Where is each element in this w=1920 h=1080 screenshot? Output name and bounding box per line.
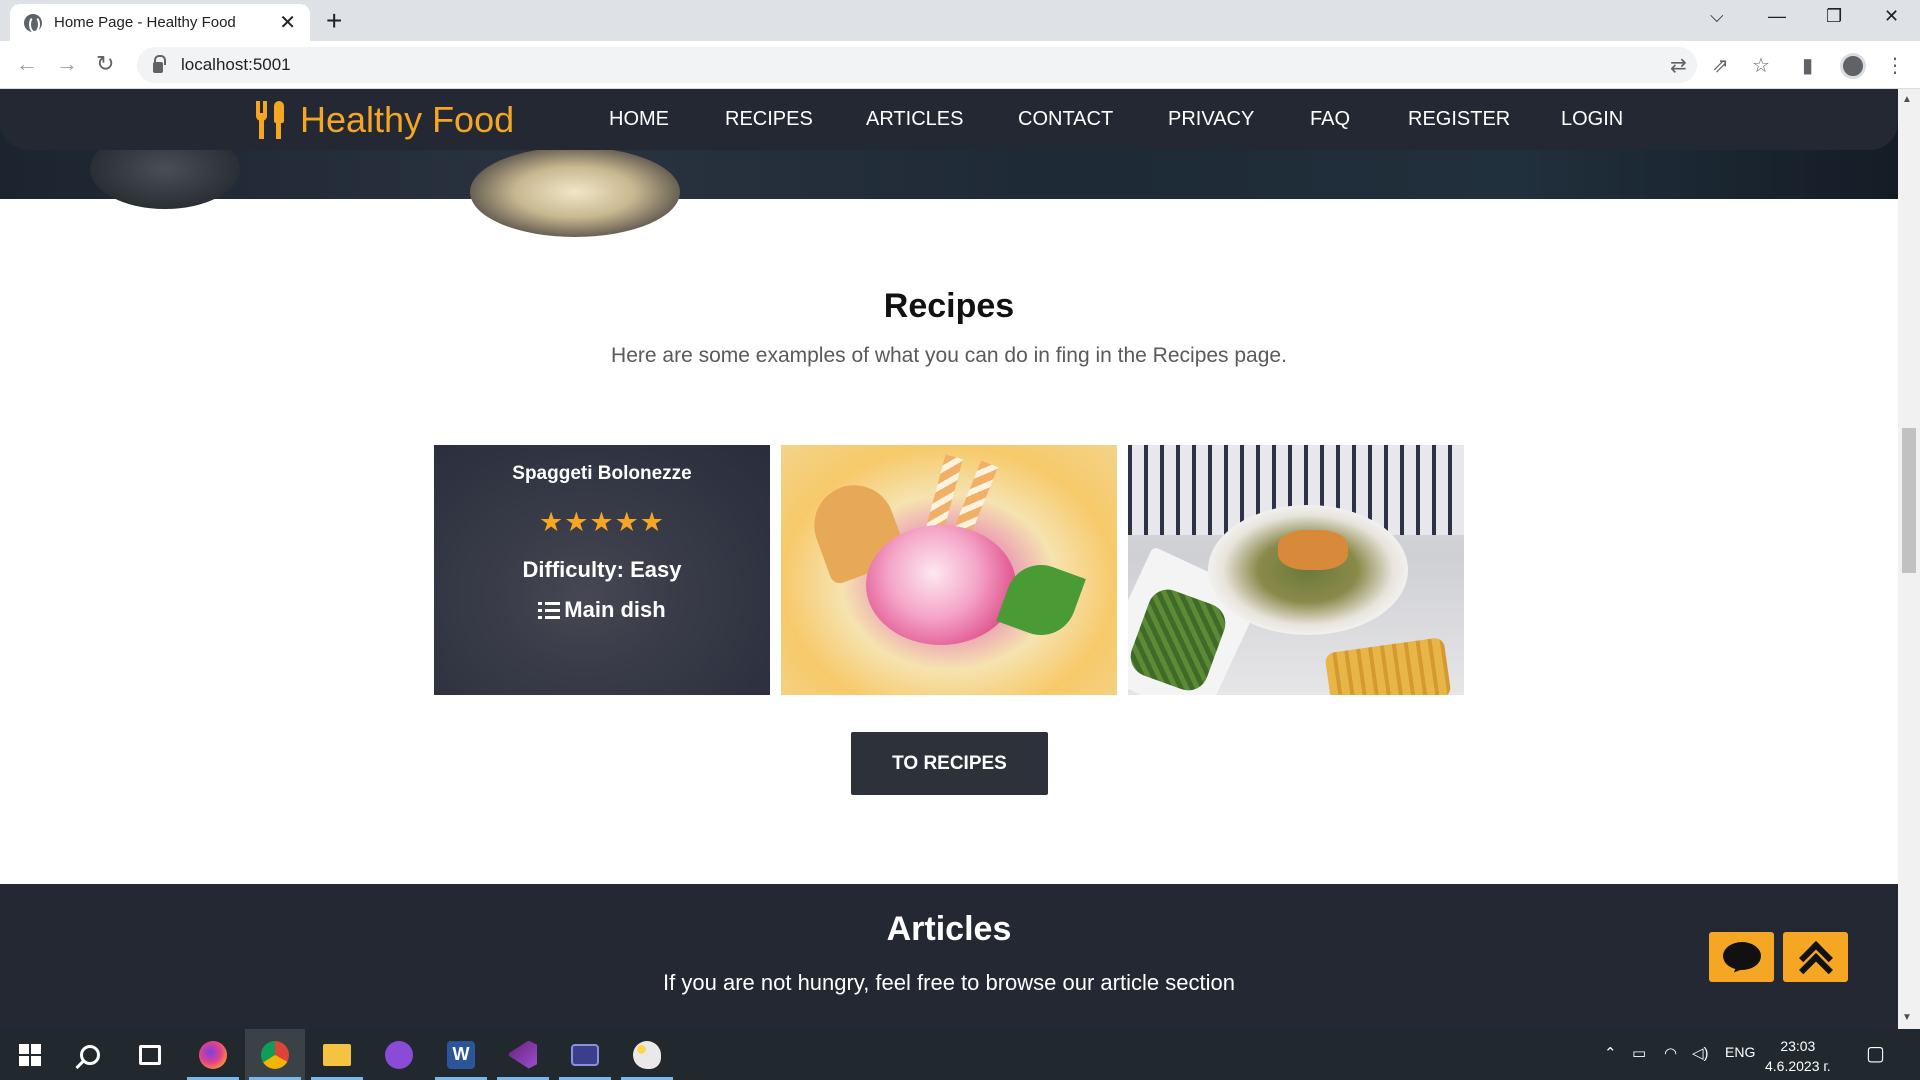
page-viewport: Healthy Food HOME RECIPES ARTICLES CONTA… (0, 89, 1898, 1029)
nav-recipes[interactable]: RECIPES (725, 108, 813, 131)
clock-date: 4.6.2023 г. (1765, 1058, 1831, 1074)
taskbar-firefox[interactable] (183, 1029, 243, 1080)
github-icon (385, 1040, 413, 1069)
wifi-icon[interactable]: ◠ (1664, 1044, 1677, 1062)
browser-toolbar: ← → ↻ localhost:5001 ⇄ ⇗ ☆ ▮ ⋮ (0, 41, 1920, 89)
hero-plate-decoration (470, 147, 680, 237)
scroll-up-arrow-icon[interactable]: ▲ (1902, 94, 1912, 105)
chrome-icon (261, 1040, 289, 1069)
scroll-to-top-button[interactable] (1783, 932, 1848, 987)
lock-icon[interactable] (153, 54, 166, 73)
site-navbar: Healthy Food HOME RECIPES ARTICLES CONTA… (0, 89, 1898, 150)
new-tab-button[interactable]: + (326, 6, 342, 36)
close-window-icon[interactable]: ✕ (1884, 6, 1899, 27)
taskbar-chrome[interactable] (245, 1029, 305, 1080)
firefox-icon (199, 1040, 227, 1069)
star-rating: ★★★★★ (538, 507, 666, 537)
recipe-card-ice-cream-image[interactable] (781, 445, 1117, 695)
scroll-down-arrow-icon[interactable]: ▼ (1902, 1012, 1912, 1023)
task-view-button[interactable] (120, 1029, 180, 1080)
cutlery-icon (254, 101, 288, 139)
paint-palette-icon (633, 1040, 661, 1069)
taskbar-word[interactable]: W (431, 1029, 491, 1080)
salmon-decoration (1278, 530, 1348, 570)
volume-icon[interactable]: ◁) (1692, 1044, 1709, 1062)
nav-contact[interactable]: CONTACT (1018, 108, 1113, 131)
recipe-card-title: Spaggeti Bolonezze (512, 463, 692, 484)
recipe-card-spaghetti[interactable]: Spaggeti Bolonezze ★★★★★ Difficulty: Eas… (434, 445, 770, 695)
browser-tabbar: Home Page - Healthy Food ✕ + ⌵ — ❐ ✕ (0, 0, 1920, 41)
recipe-category-text: Main dish (564, 597, 666, 622)
close-tab-icon[interactable]: ✕ (279, 13, 296, 33)
notifications-icon[interactable]: ▢ (1866, 1041, 1885, 1066)
articles-subtitle: If you are not hungry, feel free to brow… (663, 970, 1235, 995)
battery-icon[interactable]: ▭ (1632, 1044, 1646, 1062)
clock-time: 23:03 (1780, 1038, 1816, 1054)
profile-avatar-icon[interactable] (1840, 53, 1866, 79)
logo-text: Healthy Food (300, 99, 515, 140)
taskbar-file-explorer[interactable] (307, 1029, 367, 1080)
nav-register[interactable]: REGISTER (1408, 108, 1510, 131)
language-indicator[interactable]: ENG (1725, 1044, 1755, 1060)
address-bar[interactable]: localhost:5001 (137, 47, 1697, 83)
back-icon[interactable]: ← (16, 51, 38, 77)
nav-faq[interactable]: FAQ (1310, 108, 1350, 131)
share-icon[interactable]: ⇗ (1712, 53, 1729, 78)
url-text[interactable]: localhost:5001 (181, 55, 291, 75)
show-hidden-icons-icon[interactable]: ⌃ (1604, 1044, 1617, 1062)
nav-home[interactable]: HOME (609, 108, 669, 131)
nav-privacy[interactable]: PRIVACY (1168, 108, 1254, 131)
forward-icon[interactable]: → (56, 51, 78, 77)
system-clock[interactable]: 23:03 4.6.2023 г. (1765, 1036, 1831, 1076)
tab-search-icon[interactable]: ⌵ (1710, 6, 1724, 27)
menu-kebab-icon[interactable]: ⋮ (1885, 53, 1905, 78)
to-recipes-button[interactable]: TO RECIPES (851, 732, 1048, 795)
recipe-category: Main dish (434, 597, 770, 623)
nav-articles[interactable]: ARTICLES (866, 108, 963, 131)
tab-title: Home Page - Healthy Food (54, 14, 236, 31)
word-icon: W (447, 1040, 475, 1069)
restore-icon[interactable]: ❐ (1826, 6, 1842, 27)
taskbar-terminal[interactable] (555, 1029, 615, 1080)
globe-icon (24, 13, 42, 33)
taskbar-search-button[interactable] (60, 1029, 120, 1080)
taskbar-github-desktop[interactable] (369, 1029, 429, 1080)
bookmark-star-icon[interactable]: ☆ (1752, 53, 1770, 78)
visual-studio-icon (509, 1040, 537, 1069)
list-icon (538, 601, 561, 619)
reload-icon[interactable]: ↻ (96, 51, 114, 77)
recipe-difficulty: Difficulty: Easy (522, 557, 682, 582)
ice-cream-scoop-decoration (866, 525, 1016, 645)
site-logo[interactable]: Healthy Food (254, 99, 514, 141)
search-icon (80, 1044, 100, 1065)
salmon-bowl-decoration (1208, 505, 1408, 635)
articles-heading: Articles (886, 910, 1012, 948)
folder-icon (323, 1043, 351, 1066)
recipes-heading: Recipes (883, 287, 1015, 325)
scrollbar-thumb[interactable] (1902, 428, 1916, 573)
taskbar-visual-studio[interactable] (493, 1029, 553, 1080)
translate-icon[interactable]: ⇄ (1670, 53, 1687, 78)
chat-button[interactable] (1709, 932, 1774, 982)
corn-decoration (1324, 636, 1452, 695)
side-panel-icon[interactable]: ▮ (1802, 53, 1813, 78)
os-taskbar: W ⌃ ▭ ◠ ◁) ENG 23:03 4.6.2023 г. ▢ (0, 1029, 1920, 1080)
nav-login[interactable]: LOGIN (1561, 108, 1623, 131)
articles-section: Articles If you are not hungry, feel fre… (0, 884, 1898, 1029)
windows-logo-icon (19, 1043, 41, 1066)
start-button[interactable] (0, 1029, 60, 1080)
task-view-icon (139, 1044, 161, 1065)
taskbar-paint[interactable] (617, 1029, 677, 1080)
minimize-icon[interactable]: — (1768, 6, 1786, 27)
browser-tab[interactable]: Home Page - Healthy Food ✕ (10, 4, 310, 41)
recipe-card-salmon-image[interactable] (1128, 445, 1464, 695)
terminal-icon (571, 1043, 599, 1066)
recipes-subtitle: Here are some examples of what you can d… (611, 344, 1287, 367)
